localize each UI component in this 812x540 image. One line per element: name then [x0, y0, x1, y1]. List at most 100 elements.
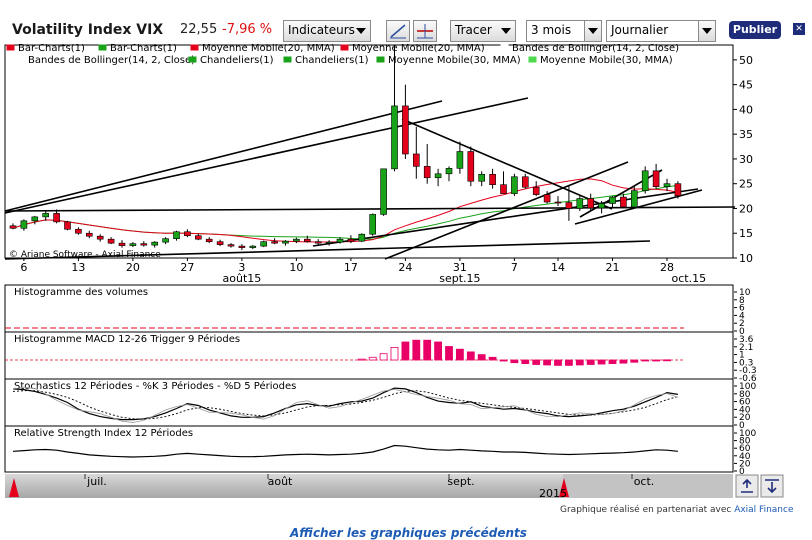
timeline-year-label: 2015	[539, 487, 567, 500]
candle-body	[9, 225, 17, 229]
candle-body	[293, 238, 300, 242]
candle-body	[674, 183, 682, 197]
candle-body	[118, 242, 126, 246]
y-tick-label: 35	[739, 128, 753, 141]
legend-label: Bandes de Bollinger(14, 2, Close)	[28, 55, 195, 66]
candle-body	[521, 176, 529, 188]
x-tick-label: 17	[344, 261, 358, 274]
y-tick-label: 40	[739, 103, 753, 116]
chevron-down-icon	[588, 28, 598, 34]
candle-body	[140, 243, 148, 246]
macd-bar	[357, 358, 366, 361]
indicators-dropdown[interactable]: Indicateurs	[283, 20, 371, 42]
indicators-dropdown-label: Indicateurs	[288, 23, 355, 37]
candle-body	[86, 232, 93, 237]
tracer-dropdown[interactable]: Tracer	[450, 20, 516, 42]
x-tick-label: 27	[180, 261, 194, 274]
candle-body	[96, 235, 104, 240]
period-select[interactable]: 3 mois	[526, 20, 602, 42]
instrument-price: 22,55	[180, 22, 218, 37]
month-label: oct.15	[672, 272, 707, 285]
legend-label: Bandes de Bollinger(14, 2, Close)	[512, 44, 679, 54]
timeline-month-label: août	[268, 475, 293, 488]
candle-body	[641, 170, 649, 191]
macd-bar	[630, 359, 639, 363]
macd-bar	[368, 356, 377, 361]
macd-bar	[608, 359, 617, 364]
macd-bar	[434, 341, 443, 361]
chevron-down-icon	[702, 28, 712, 34]
legend-swatch	[16, 56, 25, 63]
trendline-tool-button[interactable]	[386, 20, 410, 42]
trendline-icon	[390, 24, 406, 39]
macd-bar	[445, 346, 453, 361]
candle-body	[369, 214, 377, 235]
indicator-panel-title: Stochastics 12 Périodes - %K 3 Périodes …	[14, 380, 296, 392]
candle-body	[423, 166, 431, 179]
indicator-panel-title: Histogramme MACD 12-26 Trigger 9 Période…	[14, 333, 240, 345]
horizontal-line-icon	[417, 24, 433, 39]
candle-body	[195, 235, 202, 240]
candle-body	[478, 173, 486, 182]
legend-swatch	[283, 56, 292, 63]
candle-body	[271, 241, 278, 244]
candle-body	[543, 194, 551, 203]
macd-bar	[390, 346, 399, 361]
candle-body	[64, 221, 71, 230]
candle-body	[358, 233, 366, 242]
candle-body	[249, 245, 257, 248]
candle-body	[282, 240, 289, 244]
publish-button[interactable]: Publier	[729, 21, 781, 39]
timeline-month-label: oct.	[634, 475, 655, 488]
x-tick-label: 21	[606, 261, 620, 274]
legend-swatch	[500, 44, 509, 51]
x-tick-label: 14	[551, 261, 565, 274]
interval-select-value: Journalier	[611, 23, 669, 37]
candle-body	[173, 231, 180, 239]
y-tick-label: 15	[739, 227, 753, 240]
candle-body	[500, 184, 507, 194]
interval-select[interactable]: Journalier	[606, 20, 716, 42]
macd-bar	[663, 359, 671, 362]
y-tick-label: 30	[739, 153, 753, 166]
legend-label: Moyenne Mobile(30, MMA)	[540, 55, 673, 66]
candle-body	[151, 241, 158, 246]
legend-swatch	[376, 56, 385, 63]
macd-bar	[466, 351, 475, 361]
macd-bar	[586, 359, 595, 365]
month-label: août15	[223, 272, 262, 285]
candle-body	[336, 238, 344, 243]
legend-swatch	[98, 44, 107, 51]
candle-body	[532, 186, 540, 195]
copyright-label: © Ariane Software - Axial Finance	[9, 250, 161, 260]
candle-body	[489, 173, 496, 185]
timeline-print-button[interactable]	[760, 474, 784, 498]
x-tick-label: 20	[126, 261, 140, 274]
legend-label: Moyenne Mobile(20, MMA)	[352, 44, 485, 54]
month-label: sept.15	[439, 272, 480, 285]
candle-body	[576, 198, 584, 209]
close-icon[interactable]: ✕	[793, 23, 805, 35]
candle-body	[314, 241, 322, 244]
partner-link[interactable]: Axial Finance	[734, 505, 793, 515]
timeline-export-button[interactable]	[735, 474, 759, 498]
legend-label: Moyenne Mobile(20, MMA)	[202, 44, 335, 54]
timeline-month-label: sept.	[447, 475, 474, 488]
macd-bar	[619, 359, 628, 364]
candle-body	[511, 176, 518, 194]
macd-bar	[575, 359, 584, 366]
chart-area[interactable]: Bar-Charts(1) Bar-Charts(1) Moyenne Mobile…	[0, 44, 812, 504]
macd-bar	[510, 359, 519, 364]
instrument-change: -7,96 %	[222, 22, 273, 37]
macd-bar	[521, 359, 530, 364]
candle-body	[565, 202, 573, 209]
previous-charts-link[interactable]: Afficher les graphiques précédents	[290, 526, 527, 540]
horizontal-line-tool-button[interactable]	[413, 20, 437, 42]
macd-bar	[554, 359, 562, 366]
legend-swatch	[528, 56, 537, 63]
candle-body	[227, 244, 235, 247]
candle-body	[184, 231, 191, 237]
candle-body	[630, 190, 638, 208]
y-tick-label: 20	[739, 202, 753, 215]
candle-body	[402, 105, 409, 155]
